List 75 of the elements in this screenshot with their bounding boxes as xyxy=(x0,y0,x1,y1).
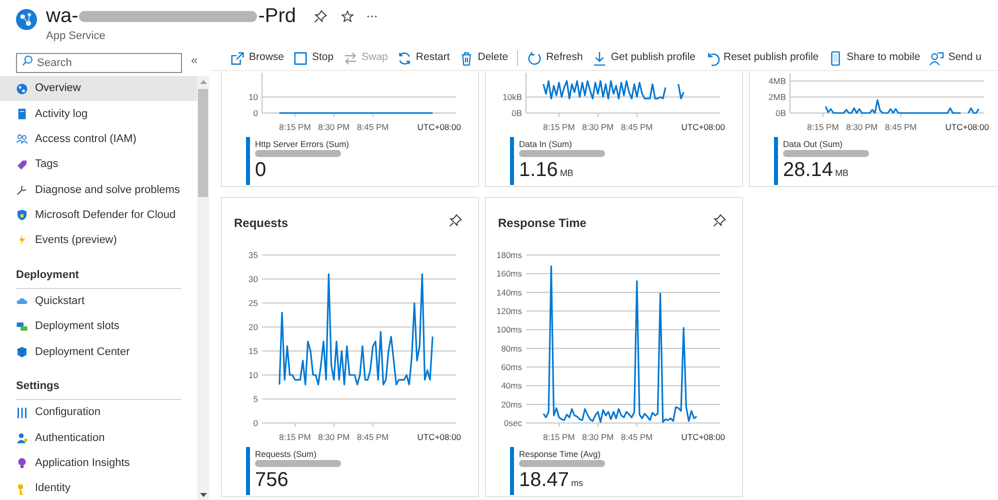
metric-name: Requests (Sum) xyxy=(255,449,318,459)
toolbar-button[interactable]: Stop xyxy=(293,50,334,66)
axis-label: 160ms xyxy=(496,268,522,279)
axis-label: 2MB xyxy=(768,92,786,102)
axis-label: 8:45 PM xyxy=(621,432,653,442)
axis-label: 120ms xyxy=(496,306,522,316)
toolbar-button[interactable]: Send u xyxy=(929,50,982,66)
axis-label: 10kB xyxy=(502,92,522,102)
metric-name: Data Out (Sum) xyxy=(783,139,844,149)
metric-unit: ms xyxy=(571,477,584,490)
axis-label: 20 xyxy=(248,322,258,332)
axis-label: 25 xyxy=(248,298,258,308)
search-field[interactable]: Search xyxy=(16,53,182,73)
metric-name: Http Server Errors (Sum) xyxy=(255,139,349,149)
axis-label: 0 xyxy=(253,108,258,118)
axis-label: 10 xyxy=(248,370,258,380)
toolbar-button[interactable]: Share to mobile xyxy=(828,50,920,66)
axis-label: 5 xyxy=(253,394,258,404)
toolbar-button[interactable]: Restart xyxy=(396,50,450,66)
axis-label: 8:45 PM xyxy=(885,122,917,132)
axis-label: 8:15 PM xyxy=(279,432,311,442)
axis-label: 0B xyxy=(512,108,522,118)
axis-label: 8:30 PM xyxy=(582,122,614,132)
axis-label: 8:30 PM xyxy=(318,122,350,132)
axis-label: 8:45 PM xyxy=(357,122,389,132)
toolbar-button[interactable]: Reset publish profile xyxy=(704,50,819,66)
metric-value: 1.16 xyxy=(519,158,558,182)
axis-label: 30 xyxy=(248,274,258,284)
axis-label: 35 xyxy=(248,250,258,260)
axis-label: 8:30 PM xyxy=(846,122,878,132)
axis-label: 8:45 PM xyxy=(621,122,653,132)
axis-label: 0B xyxy=(776,108,786,118)
metric-unit: MB xyxy=(560,167,574,180)
timezone-label: UTC+08:00 xyxy=(945,122,989,132)
toolbar-button[interactable]: Get publish profile xyxy=(592,50,696,66)
axis-label: 20ms xyxy=(501,399,522,410)
metric-name: Response Time (Avg) xyxy=(519,449,602,459)
axis-label: 15 xyxy=(248,346,258,356)
axis-label: 0sec xyxy=(504,418,522,428)
axis-label: 8:30 PM xyxy=(582,432,614,442)
resource-title: wa- xyxy=(46,4,78,28)
collapse-button[interactable]: « xyxy=(191,54,198,66)
metric-value: 28.14 xyxy=(783,158,834,182)
chart-title: Requests xyxy=(234,215,288,232)
axis-label: 0 xyxy=(253,418,258,428)
axis-label: 140ms xyxy=(496,287,522,298)
axis-label: 4MB xyxy=(768,76,786,86)
toolbar-button[interactable]: Delete xyxy=(458,50,508,66)
axis-label: 8:15 PM xyxy=(543,432,575,442)
axis-label: 8:15 PM xyxy=(543,122,575,132)
chart-title: Response Time xyxy=(498,215,586,232)
toolbar-button[interactable]: Refresh xyxy=(527,50,583,66)
timezone-label: UTC+08:00 xyxy=(417,432,461,442)
sidebar-item[interactable]: Overview xyxy=(0,76,197,102)
metric-value: 756 xyxy=(255,468,288,492)
axis-label: 80ms xyxy=(501,343,522,354)
resource-type: App Service xyxy=(46,29,106,43)
metric-value: 18.47 xyxy=(519,468,570,492)
axis-label: 8:45 PM xyxy=(357,432,389,442)
metric-unit: MB xyxy=(835,167,849,180)
axis-label: 40ms xyxy=(501,380,522,391)
resource-title: -Prd xyxy=(258,4,296,28)
timezone-label: UTC+08:00 xyxy=(681,432,725,442)
axis-label: 180ms xyxy=(496,250,522,260)
axis-label: 100ms xyxy=(496,324,522,335)
axis-label: 10 xyxy=(248,92,258,102)
timezone-label: UTC+08:00 xyxy=(681,122,725,132)
axis-label: 8:15 PM xyxy=(807,122,839,132)
toolbar-button[interactable]: Browse xyxy=(230,50,284,66)
timezone-label: UTC+08:00 xyxy=(417,122,461,132)
axis-label: 8:30 PM xyxy=(318,432,350,442)
metric-name: Data In (Sum) xyxy=(519,139,573,149)
axis-label: 60ms xyxy=(501,362,522,372)
metric-value: 0 xyxy=(255,158,266,182)
axis-label: 8:15 PM xyxy=(279,122,311,132)
